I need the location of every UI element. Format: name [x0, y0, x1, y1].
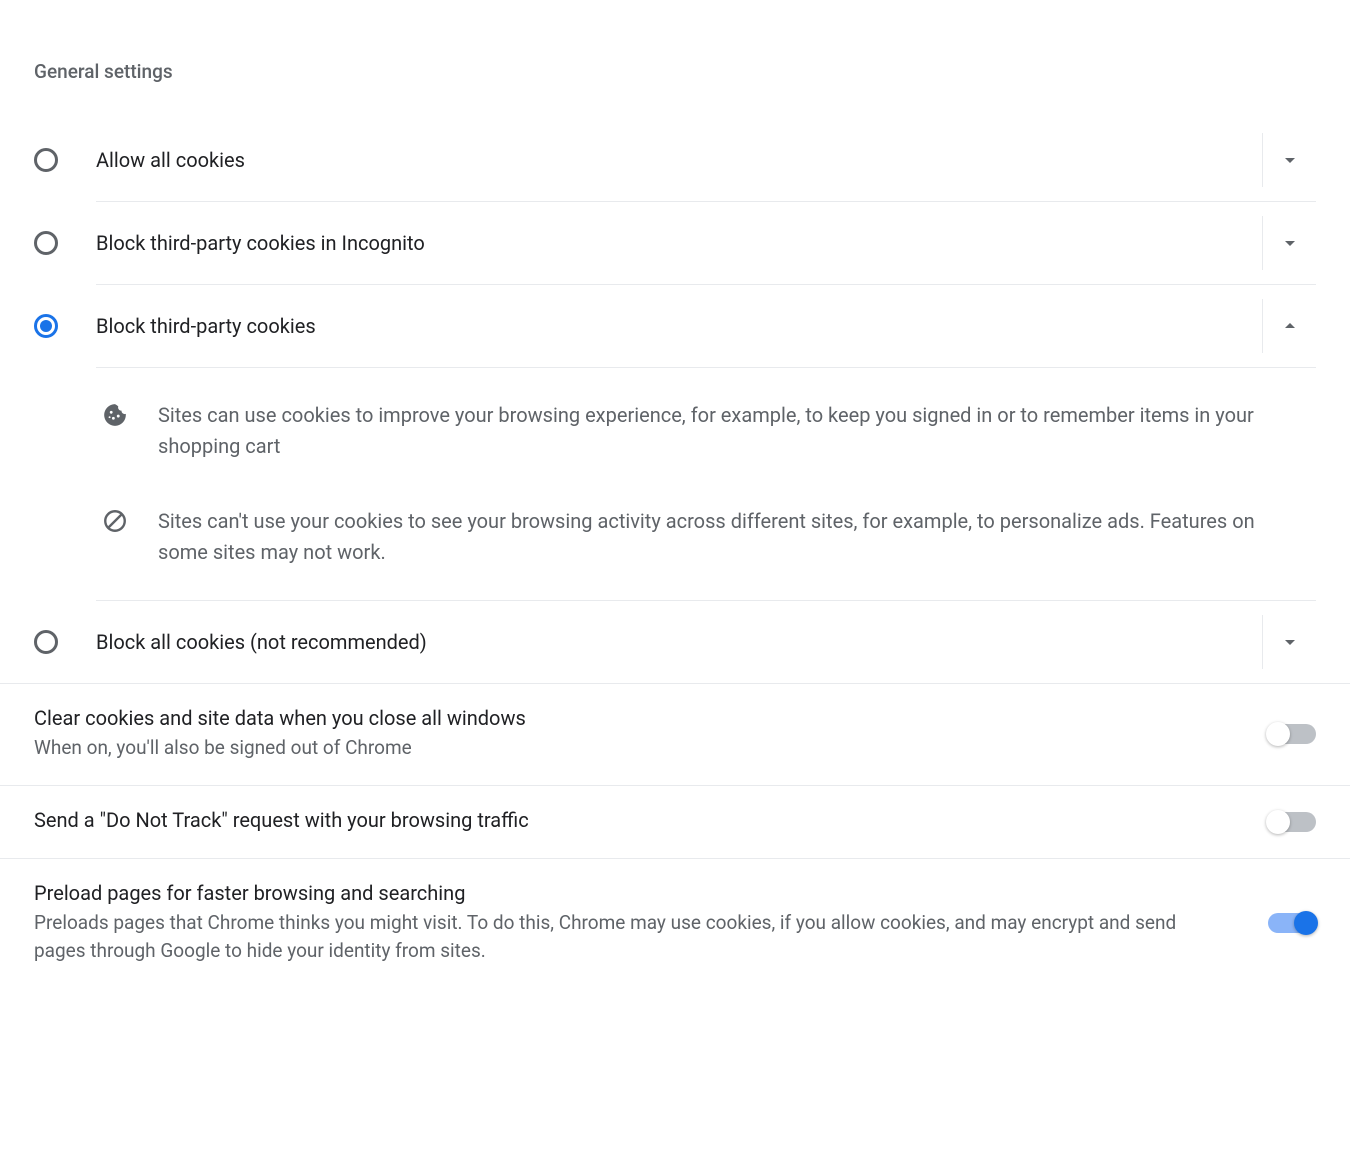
radio-block-third-party[interactable]: Block third-party cookies — [96, 284, 1316, 367]
toggle-section: Clear cookies and site data when you clo… — [0, 683, 1350, 988]
radio-allow-all-cookies[interactable]: Allow all cookies — [34, 119, 1316, 201]
chevron-down-icon — [1278, 630, 1302, 654]
radio-block-third-party-incognito[interactable]: Block third-party cookies in Incognito — [96, 201, 1316, 284]
radio-details: Sites can use cookies to improve your br… — [96, 367, 1316, 600]
radio-label: Block all cookies (not recommended) — [96, 630, 1250, 654]
toggle-switch[interactable] — [1268, 724, 1316, 744]
toggle-clear-on-close[interactable]: Clear cookies and site data when you clo… — [0, 684, 1350, 786]
toggle-do-not-track[interactable]: Send a "Do Not Track" request with your … — [0, 786, 1350, 859]
radio-button-icon — [34, 314, 58, 338]
toggle-switch[interactable] — [1268, 913, 1316, 933]
toggle-text: Clear cookies and site data when you clo… — [34, 706, 1268, 763]
expand-button[interactable] — [1262, 216, 1316, 270]
toggle-title: Preload pages for faster browsing and se… — [34, 881, 1228, 905]
chevron-down-icon — [1278, 148, 1302, 172]
toggle-text: Send a "Do Not Track" request with your … — [34, 808, 1268, 836]
toggle-subtitle: Preloads pages that Chrome thinks you mi… — [34, 909, 1228, 966]
detail-text: Sites can't use your cookies to see your… — [158, 506, 1316, 568]
toggle-preload-pages[interactable]: Preload pages for faster browsing and se… — [0, 859, 1350, 988]
section-header: General settings — [34, 60, 1316, 83]
toggle-text: Preload pages for faster browsing and se… — [34, 881, 1268, 966]
toggle-knob — [1266, 810, 1290, 834]
expand-button[interactable] — [1262, 133, 1316, 187]
detail-text: Sites can use cookies to improve your br… — [158, 400, 1316, 462]
chevron-up-icon — [1278, 314, 1302, 338]
radio-block-all-cookies[interactable]: Block all cookies (not recommended) — [96, 600, 1316, 683]
toggle-title: Clear cookies and site data when you clo… — [34, 706, 1228, 730]
radio-label: Block third-party cookies — [96, 314, 1250, 338]
toggle-knob — [1294, 911, 1318, 935]
toggle-subtitle: When on, you'll also be signed out of Ch… — [34, 734, 1228, 763]
radio-label: Block third-party cookies in Incognito — [96, 231, 1250, 255]
radio-button-icon — [34, 148, 58, 172]
expand-button[interactable] — [1262, 615, 1316, 669]
toggle-switch[interactable] — [1268, 812, 1316, 832]
radio-button-icon — [34, 231, 58, 255]
block-icon — [102, 508, 128, 534]
radio-button-icon — [34, 630, 58, 654]
toggle-knob — [1266, 722, 1290, 746]
detail-row: Sites can use cookies to improve your br… — [96, 378, 1316, 484]
collapse-button[interactable] — [1262, 299, 1316, 353]
radio-label: Allow all cookies — [96, 148, 1250, 172]
chevron-down-icon — [1278, 231, 1302, 255]
cookie-icon — [102, 402, 128, 428]
cookie-radio-group: Allow all cookies Block third-party cook… — [34, 119, 1316, 683]
detail-row: Sites can't use your cookies to see your… — [96, 484, 1316, 590]
toggle-title: Send a "Do Not Track" request with your … — [34, 808, 1228, 832]
